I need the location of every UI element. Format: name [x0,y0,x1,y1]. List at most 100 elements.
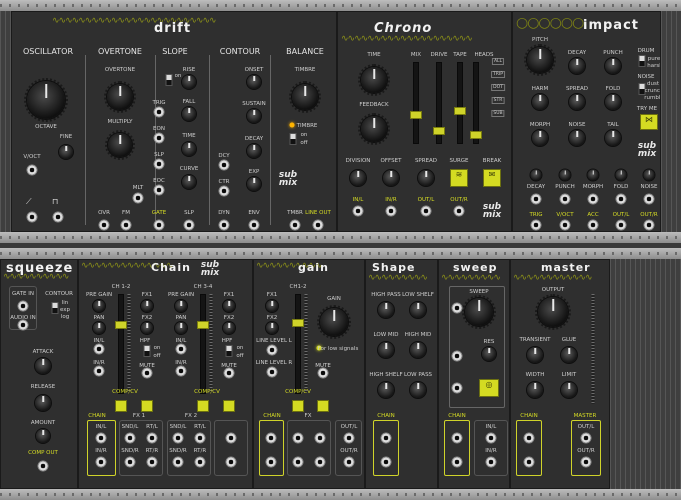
rise-knob[interactable] [182,75,196,89]
fx2-snd-l-jack[interactable] [172,432,184,444]
pitch-knob[interactable] [524,44,556,76]
release-knob[interactable] [35,395,51,411]
time-knob[interactable] [182,142,196,156]
ch34-in-l-jack[interactable] [175,343,187,355]
surge-button[interactable]: ≋ [450,169,468,187]
voct-jack[interactable] [26,164,38,176]
fold-knob[interactable] [605,94,621,110]
in-l-jack[interactable] [352,205,364,217]
fx2-snd-r-jack[interactable] [172,456,184,468]
ovr-jack[interactable] [98,219,110,231]
try-me-button[interactable]: ⋈ [640,114,658,130]
ch12-in-l-jack[interactable] [93,343,105,355]
drum-switch[interactable] [638,55,646,67]
gain-fx-snd-r-jack[interactable] [292,456,304,468]
in-r-jack[interactable] [385,205,397,217]
noise-cv-knob[interactable] [643,169,655,181]
decay-knob[interactable] [569,58,585,74]
ch34-mute-jack[interactable] [223,367,235,379]
ch34-fx2-knob[interactable] [223,322,235,334]
master-out-l-jack[interactable] [580,432,592,444]
ch12-mute-button[interactable] [141,400,153,412]
ch34-fx1-knob[interactable] [223,300,235,312]
voct-jack[interactable] [559,219,571,231]
eon-jack[interactable] [153,132,165,144]
fine-knob[interactable] [59,145,73,159]
octave-knob[interactable] [24,78,68,122]
high-mid-knob[interactable] [410,342,426,358]
contour-switch[interactable] [51,302,59,314]
dcy-jack[interactable] [218,159,230,171]
punch-cv-jack[interactable] [559,193,571,205]
gain-level-fader[interactable] [292,294,304,394]
decay-cv-knob[interactable] [530,169,542,181]
line-out-jack[interactable] [312,219,324,231]
ch12-in-r-jack[interactable] [93,365,105,377]
glue-knob[interactable] [561,347,577,363]
gain-mute-jack[interactable] [317,367,329,379]
output-knob[interactable] [535,294,571,330]
multiply-knob[interactable] [105,130,135,160]
fm-jack[interactable] [120,219,132,231]
harm-knob[interactable] [532,94,548,110]
dyn-jack[interactable] [218,219,230,231]
gain-mute-button[interactable] [317,400,329,412]
gain-knob[interactable] [317,305,351,339]
master-chain-r-jack[interactable] [523,456,535,468]
slope-cycle-switch[interactable] [165,74,173,86]
ch34-comp-button[interactable] [197,400,209,412]
ch12-fx2-knob[interactable] [141,322,153,334]
ch12-mute-jack[interactable] [141,367,153,379]
chain-out-r-jack[interactable] [225,456,237,468]
gain-fx-snd-l-jack[interactable] [292,432,304,444]
ch34-pan-knob[interactable] [175,322,187,334]
gain-fx1-knob[interactable] [266,300,278,312]
overtone-knob[interactable] [104,81,136,113]
line-level-r-jack[interactable] [266,366,278,378]
ch12-level-fader[interactable] [115,294,127,394]
onset-knob[interactable] [247,75,261,89]
exp-knob[interactable] [247,177,261,191]
noise-knob[interactable] [569,130,585,146]
punch-knob[interactable] [605,58,621,74]
ch12-pre-gain-knob[interactable] [93,300,105,312]
sweep-chain-r-jack[interactable] [451,456,463,468]
gain-fx-rt-l-jack[interactable] [314,432,326,444]
low-pass-knob[interactable] [410,382,426,398]
fx2-rt-l-jack[interactable] [194,432,206,444]
comp-out-jack[interactable] [37,460,49,472]
out-r-jack[interactable] [643,219,655,231]
heads-slider[interactable] [470,62,482,144]
ch12-comp-button[interactable] [115,400,127,412]
ch34-mute-button[interactable] [223,400,235,412]
ch12-fx1-knob[interactable] [141,300,153,312]
slope-trig-jack[interactable] [153,106,165,118]
feedback-knob[interactable] [358,113,390,145]
square-out-jack[interactable] [52,211,64,223]
gain-out-r-jack[interactable] [343,456,355,468]
gain-fx2-knob[interactable] [266,322,278,334]
chain-in-l-jack[interactable] [95,432,107,444]
sweep-cv-jack[interactable] [451,302,463,314]
saw-out-jack[interactable] [26,211,38,223]
gain-comp-button[interactable] [292,400,304,412]
trig-jack[interactable] [530,219,542,231]
out-r-jack[interactable] [453,205,465,217]
fall-knob[interactable] [182,107,196,121]
gate-jack[interactable] [153,219,165,231]
env-jack[interactable] [248,219,260,231]
sweep-in-l-jack[interactable] [485,432,497,444]
sweep-gate-jack[interactable] [451,382,463,394]
tape-slider[interactable] [454,62,466,144]
timbre-knob[interactable] [289,81,321,113]
fx2-rt-r-jack[interactable] [194,456,206,468]
time-knob[interactable] [358,64,390,96]
fold-cv-knob[interactable] [615,169,627,181]
shape-chain-l-jack[interactable] [380,432,392,444]
drive-slider[interactable] [433,62,445,144]
spread-knob[interactable] [569,94,585,110]
ctr-jack[interactable] [218,185,230,197]
decay-knob[interactable] [247,144,261,158]
eoc-jack[interactable] [153,184,165,196]
punch-cv-knob[interactable] [559,169,571,181]
